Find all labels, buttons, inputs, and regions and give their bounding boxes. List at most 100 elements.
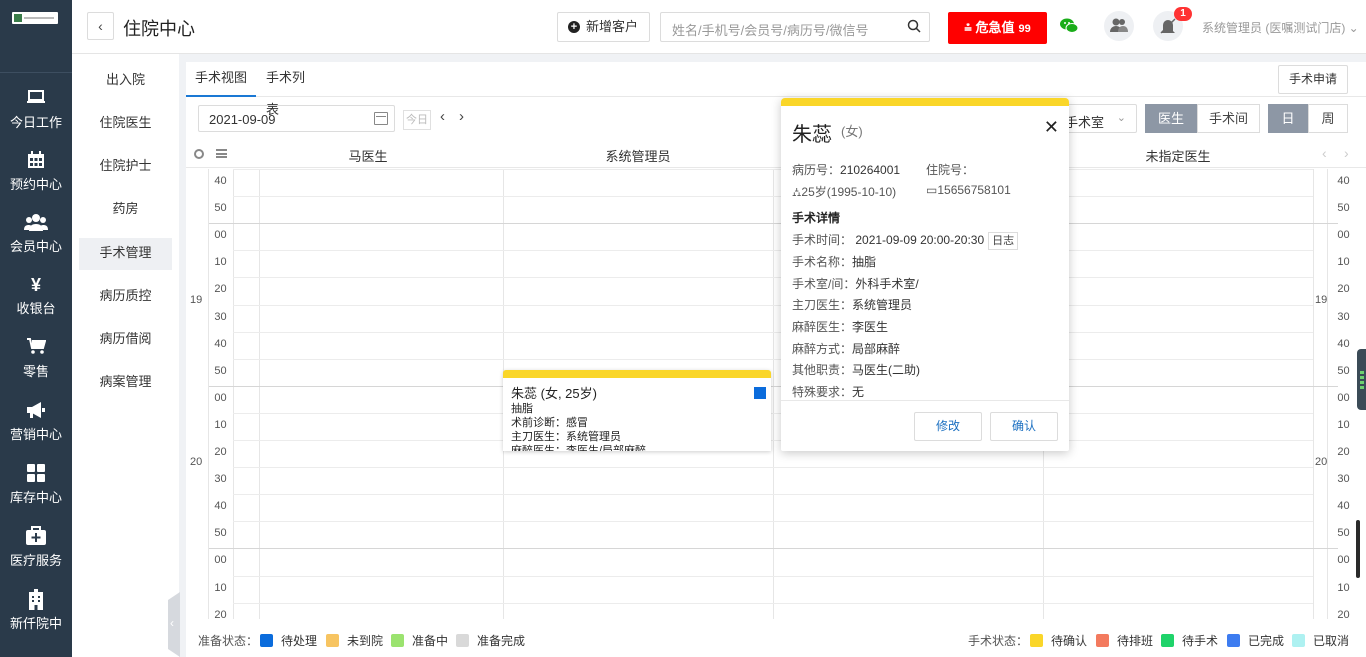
main-panel: 手术视图 手术列表 手术申请 2021-09-09 今日 ‹ › 手术室 ⌄ 医…	[186, 62, 1366, 657]
event-anesthesia: 麻醉医生：李医生/局部麻醉	[511, 445, 647, 451]
wechat-icon[interactable]	[1054, 11, 1084, 41]
log-button[interactable]: 日志	[988, 232, 1019, 250]
tab-surgery-list[interactable]: 手术列表	[266, 62, 316, 117]
inpatient-no: 住院号：	[926, 163, 975, 177]
legend-swatch	[1227, 634, 1240, 647]
minute-label: 30	[1337, 473, 1350, 486]
nav-item-today[interactable]: 今日工作	[0, 88, 72, 148]
list-icon[interactable]	[216, 149, 227, 158]
plus-circle-icon: +	[568, 21, 580, 33]
minute-label: 20	[214, 446, 227, 458]
page-title: 住院中心	[123, 19, 195, 40]
nav-item-appointments[interactable]: 预约中心	[0, 150, 72, 210]
minute-label: 00	[1337, 229, 1350, 242]
minute-label: 50	[1337, 364, 1350, 377]
patient-sex: (女)	[841, 124, 863, 139]
phone-icon: ▭	[926, 183, 938, 197]
nav-item-inventory[interactable]: 库存中心	[0, 463, 72, 523]
minute-label: 40	[1337, 337, 1350, 350]
legend-swatch	[260, 634, 273, 647]
grid-row-line	[208, 385, 1338, 387]
team-icon[interactable]	[1104, 11, 1134, 41]
user-menu[interactable]: 系统管理员 (医嘱测试门店) ⌄	[1202, 19, 1359, 36]
submenu-item-record-qc[interactable]: 病历质控	[79, 281, 172, 313]
legend-swatch	[1161, 634, 1174, 647]
legend-swatch	[326, 634, 339, 647]
chevron-left-icon: ‹	[170, 616, 174, 630]
toggle-day[interactable]: 日	[1268, 104, 1308, 133]
nav-item-medical[interactable]: 医疗服务	[0, 526, 72, 586]
prev-day-icon[interactable]: ‹	[440, 108, 445, 125]
grid-row-line	[233, 521, 1313, 523]
schedule-grid: 40 40 50 50 00 00 10 10 20 20 30 30 40 40 50 50 00 00 10 10…	[186, 169, 1366, 619]
submenu-item-admission[interactable]: 出入院	[79, 65, 172, 97]
chevron-left-icon[interactable]: ‹	[1322, 145, 1327, 161]
surgery-room: 手术室/间：外科手术室/	[792, 277, 919, 291]
minute-label: 20	[1337, 608, 1350, 619]
patient-phone: ▭15656758101	[926, 183, 1011, 197]
legend-item: 待处理	[260, 632, 317, 649]
nav-item-inpatient[interactable]: 新仟院中	[0, 589, 72, 649]
patient-age: ⛼25岁(1995-10-10)	[792, 185, 897, 199]
confirm-button[interactable]: 确认	[990, 412, 1058, 441]
grid-row-line	[233, 277, 1313, 279]
hour-label: 20	[1315, 456, 1328, 469]
hour-label: 19	[1315, 293, 1328, 306]
surgery-surgeon: 主刀医生：系统管理员	[792, 298, 913, 312]
legend-item: 待确认	[1030, 632, 1087, 649]
next-day-icon[interactable]: ›	[459, 108, 464, 125]
nav-item-marketing[interactable]: 营销中心	[0, 400, 72, 460]
search-icon[interactable]	[907, 19, 921, 33]
chevron-right-icon[interactable]: ›	[1344, 145, 1349, 161]
submenu-item-surgery[interactable]: 手术管理	[79, 238, 172, 270]
calendar-icon	[374, 112, 388, 125]
date-picker[interactable]: 2021-09-09	[198, 105, 395, 132]
laptop-icon	[0, 88, 72, 110]
cart-icon	[0, 337, 72, 359]
minute-label: 00	[214, 554, 227, 567]
surgery-event-card[interactable]: 朱蕊 (女, 25岁) 抽脂 术前诊断：感冒 主刀医生：系统管理员 麻醉医生：李…	[503, 370, 771, 451]
tab-bar: 手术视图 手术列表 手术申请	[186, 62, 1366, 117]
megaphone-icon	[0, 400, 72, 422]
surgery-special: 特殊要求：无	[792, 385, 865, 399]
search-input[interactable]: 姓名/手机号/会员号/病历号/微信号	[660, 12, 930, 42]
edit-button[interactable]: 修改	[914, 412, 982, 441]
grid-row-line	[233, 467, 1313, 469]
vertical-scrollbar[interactable]	[1356, 520, 1360, 578]
submenu-item-pharmacy[interactable]: 药房	[79, 194, 172, 226]
legend-item: 已完成	[1227, 632, 1284, 649]
close-icon[interactable]: ✕	[1044, 117, 1059, 138]
submenu-item-nurse[interactable]: 住院护士	[79, 151, 172, 183]
nav-item-cashier[interactable]: ¥ 收银台	[0, 274, 72, 334]
minute-label: 40	[214, 500, 227, 513]
critical-value-button[interactable]: ⩮ 危急值 99	[948, 12, 1047, 44]
legend-item: 准备完成	[456, 632, 525, 649]
toggle-room[interactable]: 手术间	[1197, 104, 1260, 133]
legend-item: 待排班	[1096, 632, 1153, 649]
toggle-week[interactable]: 周	[1308, 104, 1348, 133]
submenu-item-doctor[interactable]: 住院医生	[79, 108, 172, 140]
grid-col-line	[773, 169, 774, 619]
surgery-apply-button[interactable]: 手术申请	[1278, 65, 1348, 94]
tab-surgery-view[interactable]: 手术视图	[186, 62, 256, 97]
gutter-line	[208, 169, 209, 619]
nav-item-members[interactable]: 会员中心	[0, 212, 72, 272]
hospital-icon	[0, 589, 72, 611]
back-button[interactable]: ‹	[87, 12, 114, 40]
submenu-item-record-borrow[interactable]: 病历借阅	[79, 324, 172, 356]
collapse-submenu-button[interactable]: ‹	[168, 592, 180, 657]
minute-label: 40	[214, 175, 227, 187]
hour-label: 20	[190, 456, 203, 469]
column-header: 未指定医生	[1145, 149, 1211, 164]
toggle-doctor[interactable]: 医生	[1145, 104, 1197, 133]
minute-label: 50	[214, 364, 227, 377]
settings-icon[interactable]	[194, 149, 204, 159]
add-customer-button[interactable]: + 新增客户	[557, 12, 650, 42]
patient-name: 朱蕊	[792, 122, 832, 146]
legend-item: 未到院	[326, 632, 383, 649]
nav-item-retail[interactable]: 零售	[0, 337, 72, 397]
today-button[interactable]: 今日	[403, 110, 431, 130]
chevron-left-icon: ‹	[98, 18, 103, 34]
submenu-item-case-mgmt[interactable]: 病案管理	[79, 367, 172, 399]
side-widget-handle[interactable]	[1357, 349, 1366, 410]
